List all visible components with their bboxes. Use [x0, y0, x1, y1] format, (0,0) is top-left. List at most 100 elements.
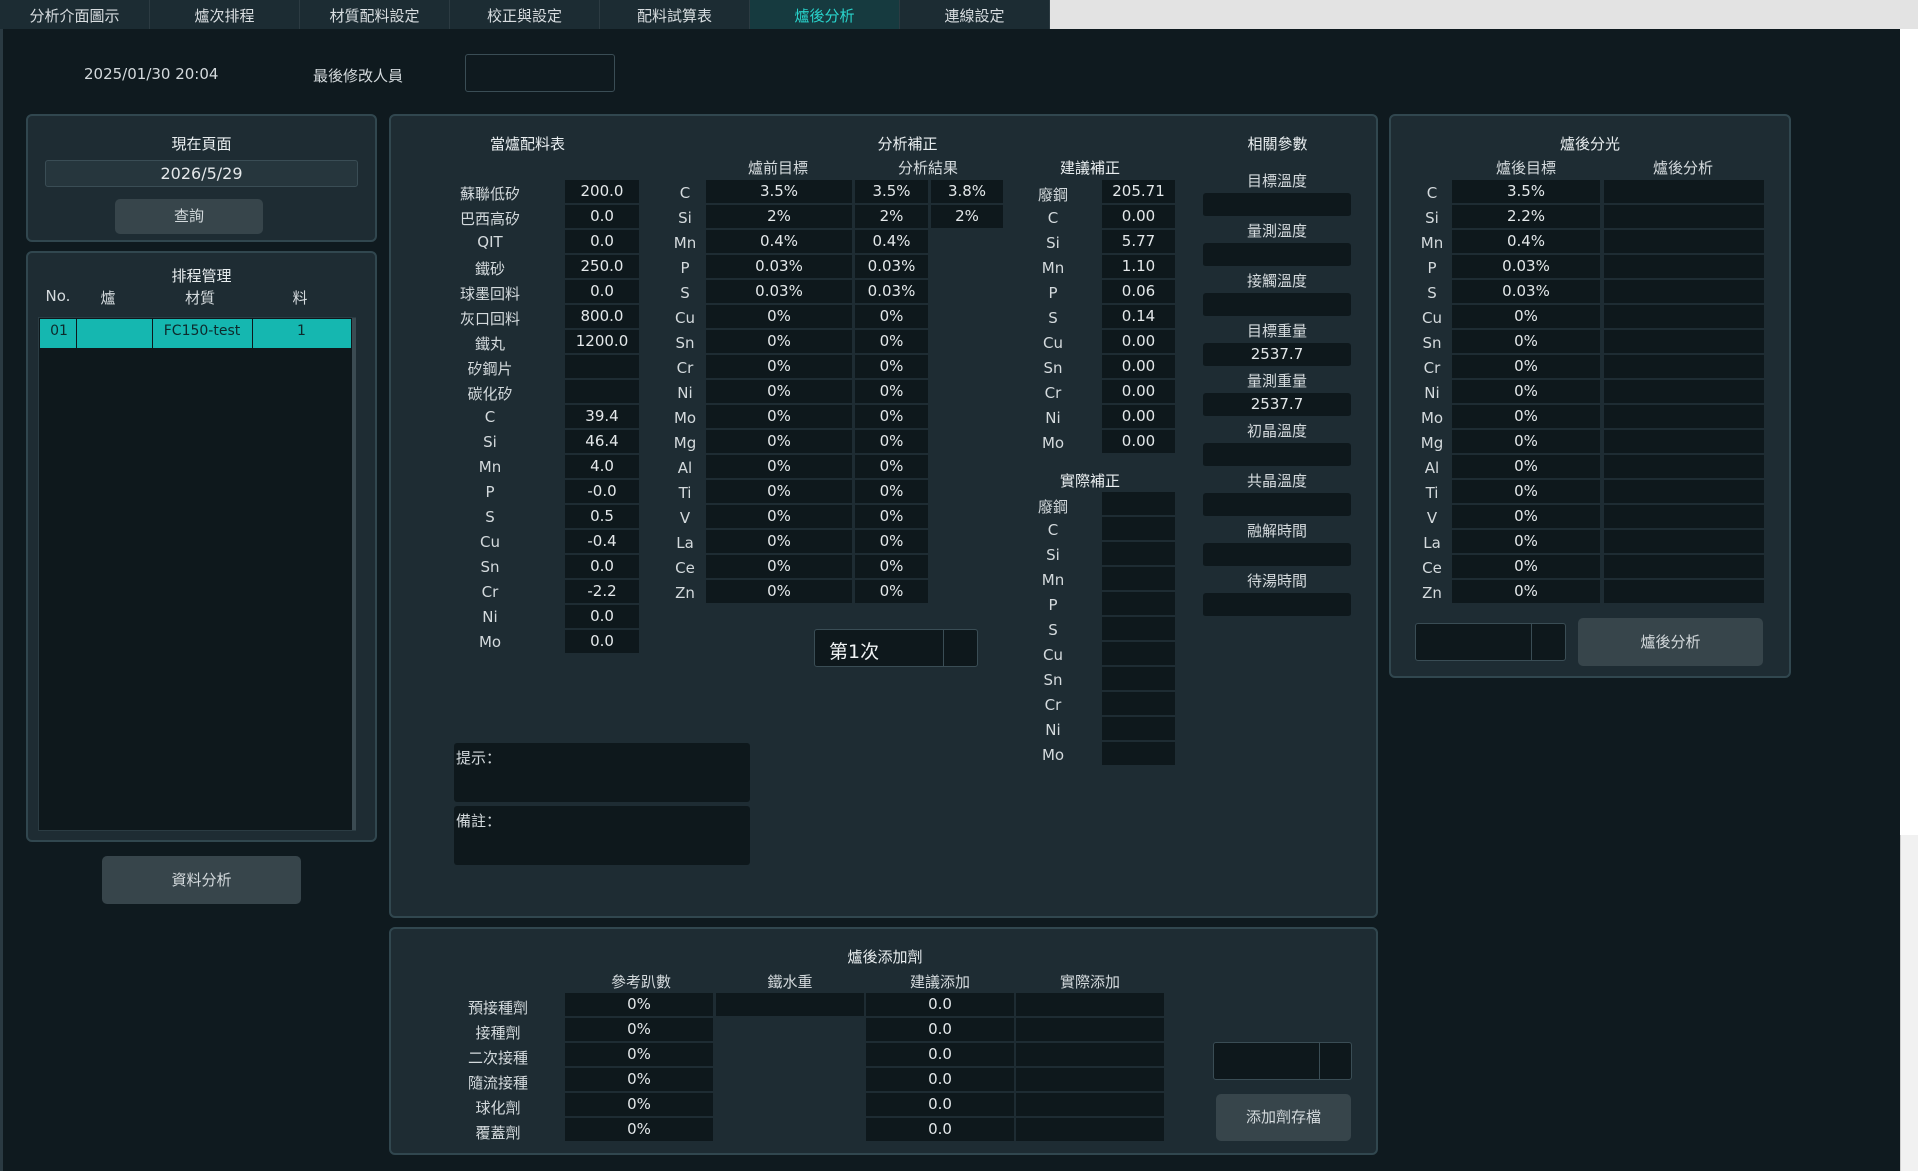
spectro-analysis-value[interactable] [1604, 355, 1764, 379]
additive-actual[interactable] [1016, 993, 1164, 1017]
suggest-value[interactable]: 0.00 [1102, 330, 1175, 354]
suggest-value[interactable]: 0.00 [1102, 355, 1175, 379]
suggest-value[interactable]: 5.77 [1102, 230, 1175, 254]
pre-target-value[interactable]: 0% [706, 505, 852, 529]
spectro-analysis-value[interactable] [1604, 505, 1764, 529]
spectro-target-value[interactable]: 2.2% [1452, 205, 1600, 229]
spectro-target-value[interactable]: 0% [1452, 505, 1600, 529]
spectro-analysis-value[interactable] [1604, 205, 1764, 229]
tab-3[interactable]: 校正與設定 [450, 0, 600, 29]
pre-target-value[interactable]: 0.03% [706, 255, 852, 279]
spectro-analysis-value[interactable] [1604, 530, 1764, 554]
result-value[interactable]: 0% [855, 530, 928, 554]
result-value[interactable]: 0% [855, 330, 928, 354]
param-value[interactable] [1203, 243, 1351, 267]
tab-6[interactable]: 連線設定 [900, 0, 1050, 29]
result-value[interactable]: 0% [855, 430, 928, 454]
data-analysis-button[interactable]: 資料分析 [102, 856, 301, 904]
result-value[interactable]: 0% [855, 380, 928, 404]
spectro-target-value[interactable]: 0% [1452, 405, 1600, 429]
result-value[interactable]: 0.03% [855, 255, 928, 279]
pre-target-value[interactable]: 0% [706, 405, 852, 429]
suggest-value[interactable]: 1.10 [1102, 255, 1175, 279]
result-value[interactable]: 0% [855, 480, 928, 504]
element-value[interactable]: 46.4 [565, 430, 639, 454]
result-value[interactable]: 0% [855, 505, 928, 529]
pre-target-value[interactable]: 0% [706, 305, 852, 329]
scrollbar-track[interactable] [1900, 835, 1918, 1171]
spectro-target-value[interactable]: 0% [1452, 580, 1600, 604]
element-value[interactable]: 4.0 [565, 455, 639, 479]
param-value[interactable]: 2537.7 [1203, 343, 1351, 367]
actual-value[interactable] [1102, 567, 1175, 591]
spectro-analysis-button[interactable]: 爐後分析 [1578, 618, 1763, 666]
spectro-target-value[interactable]: 0% [1452, 380, 1600, 404]
suggest-value[interactable]: 0.00 [1102, 380, 1175, 404]
additive-actual[interactable] [1016, 1068, 1164, 1092]
result-value[interactable]: 0% [855, 580, 928, 604]
pre-target-value[interactable]: 3.5% [706, 180, 852, 204]
actual-value[interactable] [1102, 592, 1175, 616]
param-value[interactable] [1203, 293, 1351, 317]
pre-target-value[interactable]: 0% [706, 430, 852, 454]
material-value[interactable]: 0.0 [565, 205, 639, 229]
spectro-analysis-value[interactable] [1604, 330, 1764, 354]
material-value[interactable]: 200.0 [565, 180, 639, 204]
additive-ref[interactable]: 0% [565, 1018, 713, 1042]
spectro-target-value[interactable]: 0% [1452, 455, 1600, 479]
spectro-target-value[interactable]: 0% [1452, 330, 1600, 354]
pre-target-value[interactable]: 0% [706, 580, 852, 604]
material-value[interactable]: 0.0 [565, 230, 639, 254]
actual-value[interactable] [1102, 617, 1175, 641]
spectro-target-value[interactable]: 0.4% [1452, 230, 1600, 254]
suggest-value[interactable]: 0.06 [1102, 280, 1175, 304]
suggest-value[interactable]: 0.00 [1102, 205, 1175, 229]
tab-2[interactable]: 材質配料設定 [300, 0, 450, 29]
query-button[interactable]: 查詢 [115, 199, 263, 234]
pre-target-value[interactable]: 0% [706, 530, 852, 554]
element-value[interactable]: -0.0 [565, 480, 639, 504]
result-value-2[interactable]: 3.8% [931, 180, 1003, 204]
additive-suggest[interactable]: 0.0 [866, 1043, 1014, 1067]
additive-ref[interactable]: 0% [565, 1118, 713, 1142]
element-value[interactable]: 0.0 [565, 555, 639, 579]
additive-actual[interactable] [1016, 1043, 1164, 1067]
additive-suggest[interactable]: 0.0 [866, 1018, 1014, 1042]
element-value[interactable]: 0.0 [565, 605, 639, 629]
element-value[interactable]: 0.5 [565, 505, 639, 529]
additive-ref[interactable]: 0% [565, 993, 713, 1017]
spectro-analysis-value[interactable] [1604, 580, 1764, 604]
pre-target-value[interactable]: 0% [706, 380, 852, 404]
pre-target-value[interactable]: 0% [706, 555, 852, 579]
spectro-target-value[interactable]: 0% [1452, 480, 1600, 504]
param-value[interactable] [1203, 493, 1351, 517]
tab-5[interactable]: 爐後分析 [750, 0, 900, 29]
spectro-analysis-value[interactable] [1604, 380, 1764, 404]
additive-actual[interactable] [1016, 1118, 1164, 1142]
actual-value[interactable] [1102, 692, 1175, 716]
element-value[interactable]: 0.0 [565, 630, 639, 654]
spectro-target-value[interactable]: 0% [1452, 555, 1600, 579]
additive-actual[interactable] [1016, 1093, 1164, 1117]
result-value-2[interactable]: 2% [931, 205, 1003, 229]
additive-actual[interactable] [1016, 1018, 1164, 1042]
tab-0[interactable]: 分析介面圖示 [0, 0, 150, 29]
modifier-field[interactable] [465, 54, 615, 92]
material-value[interactable]: 800.0 [565, 305, 639, 329]
actual-value[interactable] [1102, 642, 1175, 666]
spectro-analysis-value[interactable] [1604, 430, 1764, 454]
tab-4[interactable]: 配料試算表 [600, 0, 750, 29]
spectro-analysis-value[interactable] [1604, 180, 1764, 204]
spectro-target-value[interactable]: 0% [1452, 305, 1600, 329]
param-value[interactable] [1203, 443, 1351, 467]
additive-ref[interactable]: 0% [565, 1093, 713, 1117]
material-value[interactable]: 1200.0 [565, 330, 639, 354]
element-value[interactable]: 39.4 [565, 405, 639, 429]
spectro-analysis-value[interactable] [1604, 555, 1764, 579]
element-value[interactable]: -2.2 [565, 580, 639, 604]
spectro-target-value[interactable]: 0.03% [1452, 280, 1600, 304]
additive-select[interactable] [1213, 1042, 1352, 1080]
result-value[interactable]: 2% [855, 205, 928, 229]
pre-target-value[interactable]: 0% [706, 330, 852, 354]
additive-suggest[interactable]: 0.0 [866, 1068, 1014, 1092]
